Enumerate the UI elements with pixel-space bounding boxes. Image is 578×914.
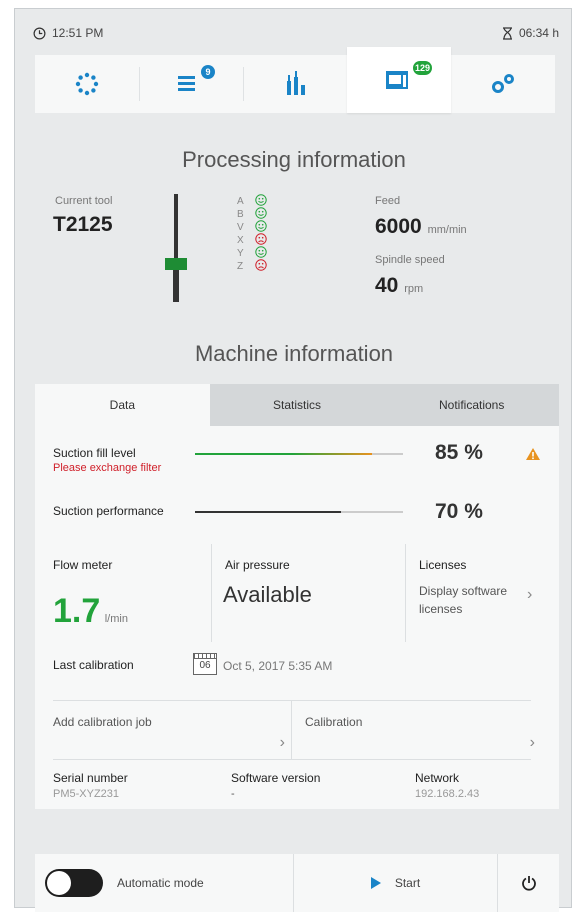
status-clock: 12:51 PM — [33, 26, 103, 40]
axis-label: A — [237, 196, 244, 207]
axis-label: Y — [237, 248, 244, 259]
tab-notifications[interactable]: Notifications — [384, 384, 560, 426]
chevron-right-icon: › — [529, 734, 535, 751]
suction-perf-value: 70 % — [435, 500, 483, 523]
licenses-label: Licenses — [419, 558, 467, 572]
main-nav: 9 129 — [35, 47, 555, 113]
tab-job-list[interactable]: 9 — [139, 55, 243, 113]
tab-settings[interactable] — [451, 55, 555, 113]
network-label: Network — [415, 771, 460, 785]
bottom-bar: Automatic mode Start — [35, 854, 559, 912]
warning-icon[interactable] — [525, 447, 541, 461]
suction-perf-label: Suction performance — [53, 504, 164, 518]
axis-status-list: ABVXYZ — [237, 194, 267, 274]
axis-row-z: Z — [237, 259, 267, 274]
tool-magazine-icon — [75, 72, 99, 96]
air-pressure-value: Available — [223, 582, 312, 607]
power-button[interactable] — [497, 854, 559, 912]
current-tool-value: T2125 — [53, 213, 113, 236]
spindle-readout: 40 rpm — [375, 274, 423, 298]
suction-fill-bar — [195, 453, 403, 455]
suction-fill-bar-level — [195, 453, 372, 455]
spindle-unit: rpm — [404, 283, 424, 295]
licenses-link-line2: licenses — [419, 602, 463, 616]
tab-tools[interactable] — [243, 55, 347, 113]
axis-label: Z — [237, 261, 244, 272]
sad-face-icon — [255, 259, 267, 274]
feed-value: 6000 — [375, 215, 422, 238]
runtime-value: 06:34 h — [518, 26, 559, 40]
tab-machine[interactable]: 129 — [347, 47, 451, 113]
divider — [53, 759, 531, 760]
add-calibration-job-label: Add calibration job — [53, 715, 152, 729]
play-icon — [370, 877, 381, 889]
air-pressure-label: Air pressure — [225, 558, 290, 572]
feed-unit: mm/min — [427, 224, 467, 236]
calendar-icon: 06 — [193, 653, 217, 675]
software-version-label: Software version — [231, 771, 321, 785]
power-icon — [521, 876, 536, 891]
flow-readout: 1.7 l/min — [53, 592, 128, 631]
automatic-mode-control: Automatic mode — [35, 854, 293, 912]
status-runtime: 06:34 h — [502, 26, 559, 40]
machine-alert-badge: 129 — [413, 61, 433, 75]
current-tool-label: Current tool — [55, 195, 113, 207]
spindle-label: Spindle speed — [375, 254, 445, 266]
serial-number-value: PM5-XYZ231 — [53, 788, 120, 800]
current-time: 12:51 PM — [52, 26, 104, 40]
suction-fill-value: 85 % — [435, 441, 483, 464]
divider — [291, 701, 292, 759]
axis-label: B — [237, 209, 244, 220]
flow-unit: l/min — [104, 613, 128, 625]
machine-title: Machine information — [194, 341, 394, 366]
settings-icon — [492, 74, 514, 93]
tools-icon — [287, 71, 305, 95]
last-calibration-label: Last calibration — [53, 658, 134, 672]
divider — [211, 544, 212, 642]
add-calibration-job-button[interactable]: Add calibration job › — [53, 701, 291, 759]
machine-panel: Data Statistics Notifications Suction fi… — [35, 384, 560, 809]
axis-label: V — [237, 222, 244, 233]
spindle-value: 40 — [375, 274, 399, 297]
calibration-label: Calibration — [305, 715, 363, 729]
suction-fill-label: Suction fill level — [53, 446, 136, 460]
tab-tool-magazine[interactable] — [35, 55, 139, 113]
last-calibration-date: Oct 5, 2017 5:35 AM — [223, 659, 333, 673]
licenses-link[interactable]: Display software licenses › — [419, 584, 549, 616]
divider — [405, 544, 406, 642]
flow-value: 1.7 — [53, 592, 101, 630]
calibration-button[interactable]: Calibration › — [305, 701, 541, 759]
start-label: Start — [394, 876, 421, 890]
feed-label: Feed — [375, 195, 401, 207]
start-button[interactable]: Start — [293, 854, 497, 912]
machine-icon — [386, 71, 408, 89]
tab-statistics[interactable]: Statistics — [209, 384, 385, 426]
axis-label: X — [237, 235, 244, 246]
suction-perf-bar-level — [195, 511, 341, 513]
tab-data[interactable]: Data — [35, 384, 210, 426]
hourglass-icon — [502, 26, 512, 40]
suction-fill-warning: Please exchange filter — [53, 462, 162, 474]
feed-readout: 6000 mm/min — [375, 215, 467, 239]
processing-title: Processing information — [182, 147, 406, 172]
automatic-mode-label: Automatic mode — [117, 876, 204, 890]
machine-tabs: Data Statistics Notifications — [35, 384, 560, 426]
serial-number-label: Serial number — [53, 771, 128, 785]
tool-graphic-icon — [165, 194, 187, 302]
clock-icon — [33, 27, 46, 39]
suction-perf-bar — [195, 511, 403, 513]
flow-label: Flow meter — [53, 558, 113, 572]
chevron-right-icon: › — [527, 586, 533, 603]
software-version-value: - — [231, 788, 235, 800]
chevron-right-icon: › — [279, 734, 285, 751]
job-list-icon — [178, 76, 195, 91]
job-count-badge: 9 — [201, 65, 215, 79]
app-window: 12:51 PM 06:34 h 9 129 Processing inform… — [14, 8, 572, 912]
calendar-day: 06 — [199, 660, 211, 671]
automatic-mode-toggle[interactable] — [45, 869, 103, 897]
network-value: 192.168.2.43 — [415, 788, 480, 800]
